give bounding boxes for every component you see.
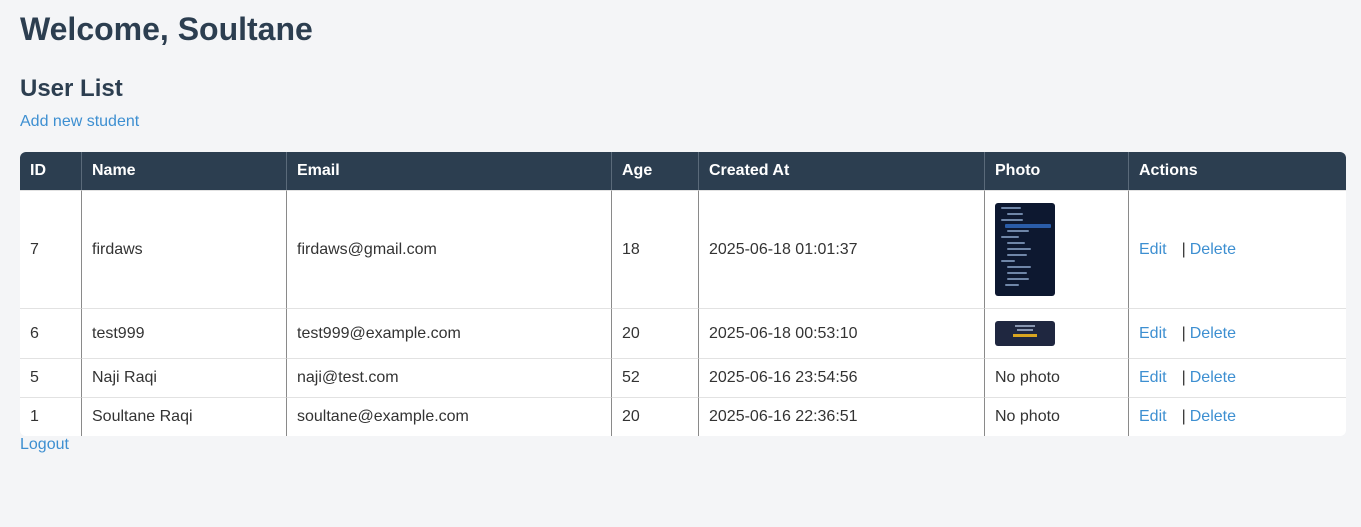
logout-link[interactable]: Logout xyxy=(20,436,1346,454)
edit-link[interactable]: Edit xyxy=(1139,369,1167,386)
cell-name: Naji Raqi xyxy=(82,358,287,397)
user-table: ID Name Email Age Created At Photo Actio… xyxy=(20,152,1346,436)
column-header-actions: Actions xyxy=(1129,152,1346,190)
user-list-title: User List xyxy=(20,75,123,102)
welcome-heading: Welcome, Soultane xyxy=(20,11,313,47)
cell-email: naji@test.com xyxy=(287,358,612,397)
table-row: 5 Naji Raqi naji@test.com 52 2025-06-16 … xyxy=(20,358,1346,397)
table-row: 6 test999 test999@example.com 20 2025-06… xyxy=(20,308,1346,358)
column-header-photo: Photo xyxy=(985,152,1129,190)
cell-email: soultane@example.com xyxy=(287,397,612,436)
table-row: 7 firdaws firdaws@gmail.com 18 2025-06-1… xyxy=(20,190,1346,308)
action-separator: | xyxy=(1181,408,1186,425)
column-header-age: Age xyxy=(612,152,699,190)
table-header-row: ID Name Email Age Created At Photo Actio… xyxy=(20,152,1346,190)
cell-photo: No photo xyxy=(985,358,1129,397)
cell-email: firdaws@gmail.com xyxy=(287,190,612,308)
cell-actions: Edit | Delete xyxy=(1129,397,1346,436)
action-separator: | xyxy=(1181,240,1186,258)
edit-link[interactable]: Edit xyxy=(1139,325,1167,342)
cell-id: 6 xyxy=(20,308,82,358)
page: Welcome, Soultane User List Add new stud… xyxy=(20,0,1346,454)
cell-created-at: 2025-06-16 22:36:51 xyxy=(699,397,985,436)
action-separator: | xyxy=(1181,324,1186,342)
cell-id: 5 xyxy=(20,358,82,397)
column-header-created-at: Created At xyxy=(699,152,985,190)
action-separator: | xyxy=(1181,369,1186,386)
cell-created-at: 2025-06-18 00:53:10 xyxy=(699,308,985,358)
edit-link[interactable]: Edit xyxy=(1139,241,1167,258)
cell-age: 52 xyxy=(612,358,699,397)
cell-age: 20 xyxy=(612,397,699,436)
photo-thumbnail xyxy=(995,321,1055,346)
cell-name: firdaws xyxy=(82,190,287,308)
cell-actions: Edit | Delete xyxy=(1129,190,1346,308)
cell-name: test999 xyxy=(82,308,287,358)
cell-actions: Edit | Delete xyxy=(1129,308,1346,358)
cell-created-at: 2025-06-18 01:01:37 xyxy=(699,190,985,308)
cell-age: 20 xyxy=(612,308,699,358)
cell-actions: Edit | Delete xyxy=(1129,358,1346,397)
table-row: 1 Soultane Raqi soultane@example.com 20 … xyxy=(20,397,1346,436)
photo-thumbnail xyxy=(995,203,1055,296)
cell-name: Soultane Raqi xyxy=(82,397,287,436)
cell-created-at: 2025-06-16 23:54:56 xyxy=(699,358,985,397)
delete-link[interactable]: Delete xyxy=(1190,408,1236,425)
cell-id: 1 xyxy=(20,397,82,436)
cell-email: test999@example.com xyxy=(287,308,612,358)
cell-photo: No photo xyxy=(985,397,1129,436)
column-header-name: Name xyxy=(82,152,287,190)
delete-link[interactable]: Delete xyxy=(1190,369,1236,386)
column-header-email: Email xyxy=(287,152,612,190)
cell-photo xyxy=(985,308,1129,358)
delete-link[interactable]: Delete xyxy=(1190,241,1236,258)
column-header-id: ID xyxy=(20,152,82,190)
add-student-link[interactable]: Add new student xyxy=(20,112,1346,132)
edit-link[interactable]: Edit xyxy=(1139,408,1167,425)
delete-link[interactable]: Delete xyxy=(1190,325,1236,342)
cell-id: 7 xyxy=(20,190,82,308)
cell-age: 18 xyxy=(612,190,699,308)
cell-photo xyxy=(985,190,1129,308)
